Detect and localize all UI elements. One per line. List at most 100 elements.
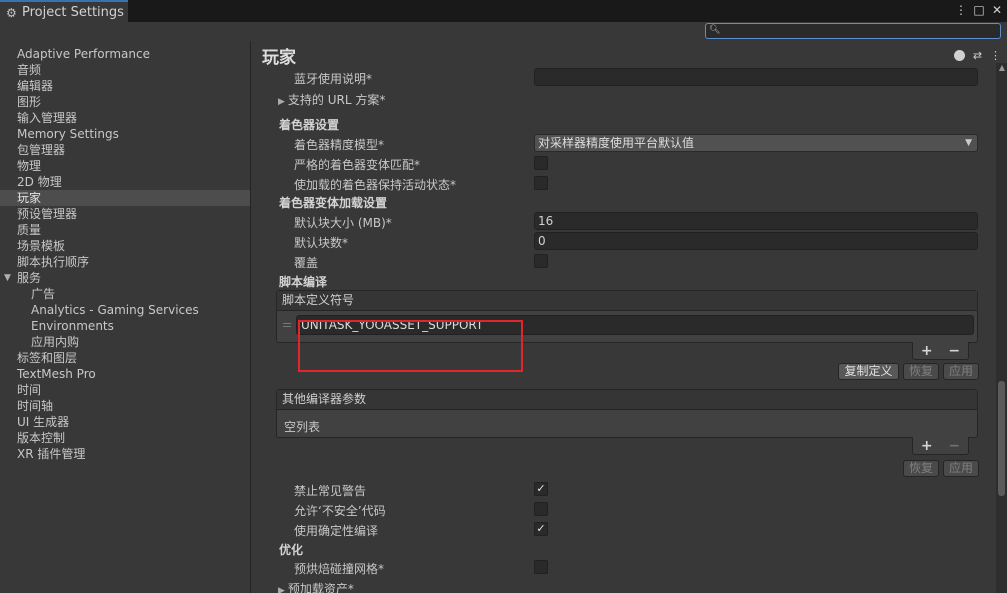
shader-precision-row: 着色器精度模型* 对采样器精度使用平台默认值 ▼ <box>270 134 983 152</box>
preloaded-assets-row[interactable]: ▶ 预加载资产* <box>270 578 983 593</box>
add-icon[interactable]: + <box>921 438 933 454</box>
add-icon[interactable]: + <box>921 343 933 359</box>
keep-loaded-shaders-label: 使加载的着色器保持活动状态* <box>294 178 457 192</box>
highlight-box <box>298 320 523 372</box>
define-symbols-header: 脚本定义符号 <box>277 291 977 311</box>
chunk-size-label: 默认块大小 (MB)* <box>294 216 392 230</box>
sidebar-item-quality[interactable]: 质量 <box>17 222 41 238</box>
close-icon[interactable]: ✕ <box>991 3 1003 17</box>
tab-title: Project Settings <box>22 5 124 20</box>
chunk-size-row: 默认块大小 (MB)* 16 <box>270 212 983 230</box>
url-schemes-row[interactable]: ▶ 支持的 URL 方案* <box>270 89 983 107</box>
sidebar-item-graphics[interactable]: 图形 <box>17 94 41 110</box>
shader-precision-dropdown[interactable]: 对采样器精度使用平台默认值 ▼ <box>534 134 978 152</box>
suppress-warnings-row: 禁止常见警告 ✓ <box>270 480 983 498</box>
window-controls: ⋮ □ ✕ <box>955 3 1003 17</box>
prebake-collision-label: 预烘焙碰撞网格* <box>294 562 385 576</box>
chunk-count-field[interactable]: 0 <box>534 232 978 250</box>
deterministic-compilation-row: 使用确定性编译 ✓ <box>270 520 983 538</box>
sidebar-item-environments[interactable]: Environments <box>31 318 114 334</box>
sidebar-item-package-manager[interactable]: 包管理器 <box>17 142 65 158</box>
drag-handle-icon[interactable] <box>283 323 291 327</box>
strict-variant-checkbox[interactable] <box>534 156 548 170</box>
vertical-scrollbar[interactable]: ▲ <box>996 63 1007 593</box>
unsafe-code-checkbox[interactable] <box>534 502 548 516</box>
sidebar-item-services[interactable]: 服务 <box>17 270 41 286</box>
title-bar: ⚙ Project Settings ⋮ □ ✕ <box>0 0 1007 23</box>
remove-icon[interactable]: − <box>948 343 960 359</box>
foldout-arrow-icon[interactable]: ▶ <box>278 586 285 593</box>
sidebar-item-physics[interactable]: 物理 <box>17 158 41 174</box>
keep-loaded-shaders-checkbox[interactable] <box>534 176 548 190</box>
sidebar-item-ui-builder[interactable]: UI 生成器 <box>17 414 69 430</box>
sidebar-item-adaptive-performance[interactable]: Adaptive Performance <box>17 46 150 62</box>
revert-compiler-args-button[interactable]: 恢复 <box>903 460 939 477</box>
search-input[interactable]: 🔍︎ <box>705 23 1001 39</box>
unsafe-code-row: 允许‘不安全’代码 <box>270 500 983 518</box>
scrollbar-thumb[interactable] <box>998 381 1005 496</box>
foldout-arrow-icon[interactable]: ▶ <box>278 97 285 107</box>
help-icon[interactable]: ? <box>954 49 965 62</box>
copy-defines-button[interactable]: 复制定义 <box>838 363 899 380</box>
url-schemes-label: 支持的 URL 方案* <box>287 93 386 107</box>
preset-icon[interactable]: ⇄ <box>972 49 983 62</box>
additional-compiler-args-list: 其他编译器参数 空列表 <box>276 389 978 438</box>
chunk-count-row: 默认块数* 0 <box>270 232 983 250</box>
player-settings-content: 蓝牙使用说明* ▶ 支持的 URL 方案* 着色器设置 着色器精度模型* 对采样器… <box>270 65 983 593</box>
override-row: 覆盖 <box>270 252 983 270</box>
scroll-up-arrow-icon[interactable]: ▲ <box>999 63 1005 72</box>
sidebar-item-scene-template[interactable]: 场景模板 <box>17 238 65 254</box>
unsafe-code-label: 允许‘不安全’代码 <box>294 504 386 518</box>
sidebar-item-version-control[interactable]: 版本控制 <box>17 430 65 446</box>
remove-icon[interactable]: − <box>948 438 960 454</box>
define-symbols-add-remove: + − <box>912 342 969 360</box>
sidebar-item-editor[interactable]: 编辑器 <box>17 78 53 94</box>
shader-precision-label: 着色器精度模型* <box>294 138 385 152</box>
sidebar-item-time[interactable]: 时间 <box>17 382 41 398</box>
prebake-collision-row: 预烘焙碰撞网格* <box>270 558 983 576</box>
apply-defines-button[interactable]: 应用 <box>943 363 979 380</box>
deterministic-compilation-label: 使用确定性编译 <box>294 524 379 538</box>
settings-main-panel: 玩家 ? ⇄ ⋮ 蓝牙使用说明* ▶ 支持的 URL 方案* 着色器设置 着色器精… <box>252 41 1007 593</box>
script-compilation-header: 脚本编译 <box>279 275 328 289</box>
sidebar-item-audio[interactable]: 音频 <box>17 62 41 78</box>
optimization-header: 优化 <box>279 543 304 557</box>
keep-loaded-shaders-row: 使加载的着色器保持活动状态* <box>270 174 983 192</box>
override-label: 覆盖 <box>294 256 319 270</box>
sidebar-item-timeline[interactable]: 时间轴 <box>17 398 53 414</box>
sidebar-item-xr-plugin-management[interactable]: XR 插件管理 <box>17 446 85 462</box>
sidebar-item-analytics[interactable]: Analytics - Gaming Services <box>31 302 199 318</box>
chunk-size-field[interactable]: 16 <box>534 212 978 230</box>
maximize-icon[interactable]: □ <box>973 3 985 17</box>
sidebar-item-input-manager[interactable]: 输入管理器 <box>17 110 77 126</box>
sidebar-item-script-execution-order[interactable]: 脚本执行顺序 <box>17 254 89 270</box>
more-options-icon[interactable]: ⋮ <box>955 3 967 17</box>
sidebar-item-memory-settings[interactable]: Memory Settings <box>17 126 119 142</box>
prebake-collision-checkbox[interactable] <box>534 560 548 574</box>
deterministic-compilation-checkbox[interactable]: ✓ <box>534 522 548 536</box>
override-checkbox[interactable] <box>534 254 548 268</box>
header-icons: ? ⇄ ⋮ <box>954 49 1001 62</box>
strict-variant-row: 严格的着色器变体匹配* <box>270 154 983 172</box>
suppress-warnings-checkbox[interactable]: ✓ <box>534 482 548 496</box>
sidebar-item-physics-2d[interactable]: 2D 物理 <box>17 174 62 190</box>
sidebar-item-tags-and-layers[interactable]: 标签和图层 <box>17 350 77 366</box>
expand-arrow-icon[interactable]: ▼ <box>4 273 11 283</box>
apply-compiler-args-button[interactable]: 应用 <box>943 460 979 477</box>
bluetooth-usage-field[interactable] <box>534 68 978 86</box>
project-settings-tab[interactable]: ⚙ Project Settings <box>0 0 128 23</box>
chunk-count-label: 默认块数* <box>294 236 349 250</box>
sidebar-item-preset-manager[interactable]: 预设管理器 <box>17 206 77 222</box>
compiler-args-header: 其他编译器参数 <box>277 390 977 410</box>
chevron-down-icon: ▼ <box>965 138 972 148</box>
shader-precision-value: 对采样器精度使用平台默认值 <box>538 136 695 150</box>
sidebar-item-player[interactable]: 玩家 <box>0 190 250 206</box>
preloaded-assets-label: 预加载资产* <box>287 582 354 593</box>
suppress-warnings-label: 禁止常见警告 <box>294 484 367 498</box>
sidebar-item-textmesh-pro[interactable]: TextMesh Pro <box>17 366 96 382</box>
sidebar-item-in-app-purchasing[interactable]: 应用内购 <box>31 334 79 350</box>
settings-sidebar: Adaptive Performance 音频 编辑器 图形 输入管理器 Mem… <box>0 41 251 593</box>
revert-defines-button[interactable]: 恢复 <box>903 363 939 380</box>
sidebar-item-ads[interactable]: 广告 <box>31 286 55 302</box>
more-options-icon[interactable]: ⋮ <box>990 49 1001 62</box>
